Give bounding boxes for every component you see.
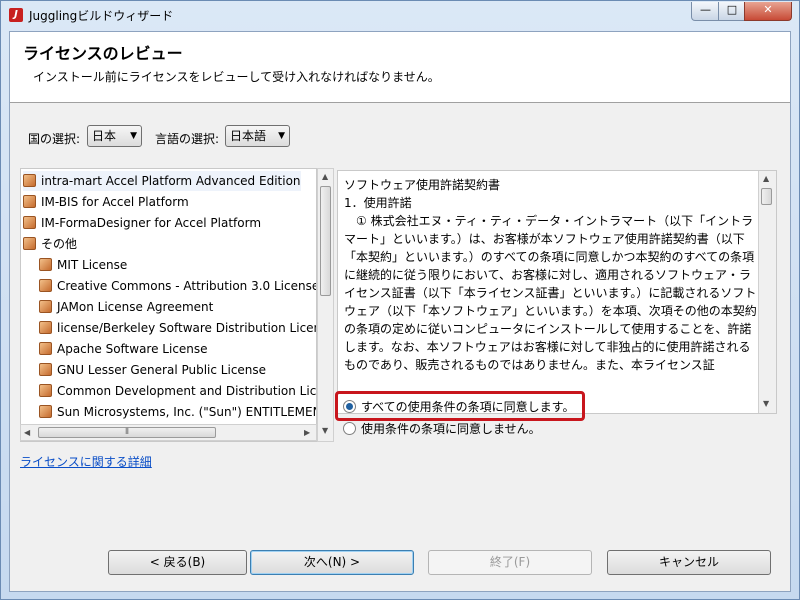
tree-item-label: Common Development and Distribution Lice… [57, 384, 317, 398]
tree-item[interactable]: IM-FormaDesigner for Accel Platform [23, 213, 261, 233]
language-select-value: 日本語 [230, 129, 267, 143]
tree-item-label: IM-BIS for Accel Platform [41, 195, 189, 209]
radio-unselected-icon [343, 422, 356, 435]
tree-hscroll-thumb[interactable]: ⦀ [38, 427, 216, 438]
scroll-left-icon[interactable]: ◀ [24, 428, 30, 437]
package-icon [39, 405, 52, 418]
package-icon [23, 195, 36, 208]
decline-radio-label: 使用条件の条項に同意しません。 [361, 422, 541, 436]
country-select[interactable]: 日本 ▼ [87, 125, 142, 147]
wizard-window: J Jugglingビルドウィザード — □ ✕ ライセンスのレビュー インスト… [0, 0, 800, 600]
package-icon [39, 363, 52, 376]
tree-item-label: license/Berkeley Software Distribution L… [57, 321, 317, 335]
tree-horizontal-scrollbar[interactable]: ◀ ⦀ ▶ [20, 424, 317, 441]
window-title: Jugglingビルドウィザード [29, 9, 174, 23]
tree-item[interactable]: IM-BIS for Accel Platform [23, 192, 189, 212]
license-scroll-thumb[interactable] [761, 188, 772, 205]
license-vertical-scrollbar[interactable]: ▲ ▼ [758, 171, 776, 413]
scroll-right-icon[interactable]: ▶ [304, 428, 310, 437]
scroll-up-icon[interactable]: ▲ [322, 172, 328, 181]
package-icon [39, 384, 52, 397]
license-text: ソフトウェア使用許諾契約書 1．使用許諾 ① 株式会社エヌ・ティ・ティ・データ・… [344, 178, 757, 372]
license-details-link[interactable]: ライセンスに関する詳細 [20, 453, 152, 470]
title-bar[interactable]: J Jugglingビルドウィザード — □ ✕ [1, 1, 799, 29]
finish-button[interactable]: 終了(F) [428, 550, 592, 575]
close-button[interactable]: ✕ [744, 2, 792, 21]
accept-radio[interactable]: すべての使用条件の条項に同意します。 [343, 398, 574, 415]
tree-item[interactable]: JAMon License Agreement [39, 297, 213, 317]
wizard-client-area: ライセンスのレビュー インストール前にライセンスをレビューして受け入れなければな… [9, 31, 791, 592]
accept-radio-label: すべての使用条件の条項に同意します。 [361, 400, 575, 414]
tree-scroll-thumb[interactable] [320, 186, 331, 296]
tree-vertical-scrollbar[interactable]: ▲ ▼ [317, 168, 334, 442]
language-label: 言語の選択: [155, 132, 220, 146]
decline-radio[interactable]: 使用条件の条項に同意しません。 [343, 420, 541, 437]
package-icon [23, 174, 36, 187]
tree-item[interactable]: intra-mart Accel Platform Advanced Editi… [23, 171, 301, 191]
wizard-header: ライセンスのレビュー インストール前にライセンスをレビューして受け入れなければな… [10, 32, 790, 103]
package-icon [39, 300, 52, 313]
scroll-down-icon[interactable]: ▼ [763, 399, 769, 408]
package-icon [39, 321, 52, 334]
maximize-button[interactable]: □ [718, 2, 746, 21]
tree-item[interactable]: Creative Commons - Attribution 3.0 Licen… [39, 276, 317, 296]
minimize-button[interactable]: — [691, 2, 720, 21]
package-icon [23, 216, 36, 229]
next-button[interactable]: 次へ(N) > [250, 550, 414, 575]
chevron-down-icon: ▼ [278, 131, 285, 141]
country-label: 国の選択: [28, 132, 81, 146]
radio-selected-icon [343, 400, 356, 413]
cancel-button[interactable]: キャンセル [607, 550, 771, 575]
language-select[interactable]: 日本語 ▼ [225, 125, 290, 147]
scroll-down-icon[interactable]: ▼ [322, 426, 328, 435]
tree-item-label: Apache Software License [57, 342, 208, 356]
tree-item-label: IM-FormaDesigner for Accel Platform [41, 216, 262, 230]
package-icon [23, 237, 36, 250]
tree-item-label: Creative Commons - Attribution 3.0 Licen… [57, 279, 317, 293]
back-button[interactable]: < 戻る(B) [108, 550, 247, 575]
tree-item[interactable]: Common Development and Distribution Lice… [39, 381, 317, 401]
tree-item[interactable]: MIT License [39, 255, 127, 275]
tree-item-label: GNU Lesser General Public License [57, 363, 267, 377]
tree-item-label: その他 [41, 237, 78, 251]
package-icon [39, 279, 52, 292]
tree-item[interactable]: Sun Microsystems, Inc. ("Sun") ENTITLEME… [39, 402, 317, 422]
page-title: ライセンスのレビュー [23, 44, 183, 63]
package-icon [39, 258, 52, 271]
chevron-down-icon: ▼ [130, 131, 137, 141]
scroll-up-icon[interactable]: ▲ [763, 174, 769, 183]
license-text-panel[interactable]: ソフトウェア使用許諾契約書 1．使用許諾 ① 株式会社エヌ・ティ・ティ・データ・… [337, 170, 777, 414]
tree-item-label: MIT License [57, 258, 128, 272]
tree-item[interactable]: license/Berkeley Software Distribution L… [39, 318, 317, 338]
page-description: インストール前にライセンスをレビューして受け入れなければなりません。 [33, 70, 440, 84]
tree-item-label: intra-mart Accel Platform Advanced Editi… [41, 174, 301, 188]
tree-item-label: Sun Microsystems, Inc. ("Sun") ENTITLEME… [57, 405, 317, 419]
package-icon [39, 342, 52, 355]
license-tree[interactable]: intra-mart Accel Platform Advanced Editi… [20, 168, 317, 442]
tree-item[interactable]: GNU Lesser General Public License [39, 360, 266, 380]
tree-item[interactable]: その他 [23, 234, 77, 254]
app-icon: J [9, 8, 23, 22]
tree-item-label: JAMon License Agreement [57, 300, 214, 314]
tree-item[interactable]: Apache Software License [39, 339, 208, 359]
country-select-value: 日本 [92, 129, 117, 143]
